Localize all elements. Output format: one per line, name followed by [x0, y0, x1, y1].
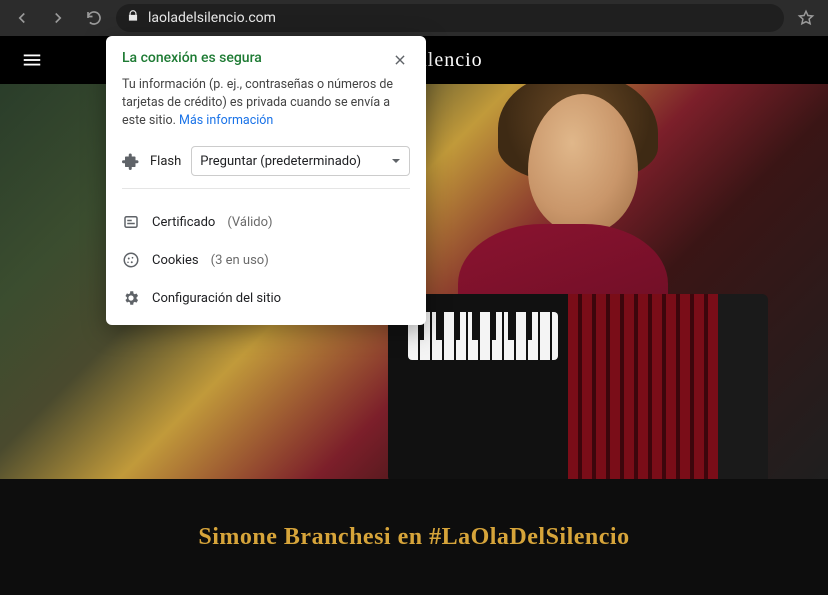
connection-description: Tu información (p. ej., contraseñas o nú…	[122, 76, 410, 130]
accordion-illustration	[388, 294, 768, 479]
bookmark-star-button[interactable]	[792, 4, 820, 32]
certificate-status: (Válido)	[227, 215, 272, 230]
cookies-status: (3 en uso)	[211, 253, 269, 268]
chevron-down-icon	[391, 156, 401, 166]
certificate-row[interactable]: Certificado (Válido)	[106, 203, 426, 241]
back-button[interactable]	[8, 4, 36, 32]
flash-select-value: Preguntar (predeterminado)	[200, 154, 361, 169]
certificate-icon	[122, 213, 140, 231]
gear-icon	[122, 289, 140, 307]
more-info-link[interactable]: Más información	[179, 113, 273, 128]
site-info-popover: La conexión es segura Tu información (p.…	[106, 36, 426, 325]
section-title: Simone Branchesi en #LaOlaDelSilencio	[198, 524, 629, 551]
forward-button[interactable]	[44, 4, 72, 32]
reload-button[interactable]	[80, 4, 108, 32]
divider	[122, 188, 410, 189]
flash-permission-select[interactable]: Preguntar (predeterminado)	[191, 146, 410, 176]
menu-button[interactable]	[16, 44, 48, 76]
certificate-label: Certificado	[152, 215, 215, 230]
cookies-row[interactable]: Cookies (3 en uso)	[106, 241, 426, 279]
site-settings-label: Configuración del sitio	[152, 291, 281, 306]
connection-secure-title: La conexión es segura	[122, 50, 262, 66]
flash-permission-row: Flash Preguntar (predeterminado)	[122, 146, 410, 176]
close-button[interactable]	[390, 50, 410, 70]
flash-label: Flash	[150, 154, 181, 169]
cookie-icon	[122, 251, 140, 269]
site-settings-row[interactable]: Configuración del sitio	[106, 279, 426, 317]
lock-icon	[126, 9, 140, 27]
extension-icon	[122, 152, 140, 170]
musician-figure	[368, 84, 788, 479]
cookies-label: Cookies	[152, 253, 199, 268]
url-text: laoladelsilencio.com	[148, 10, 276, 26]
address-bar[interactable]: laoladelsilencio.com	[116, 4, 784, 32]
section-title-wrap: Simone Branchesi en #LaOlaDelSilencio	[0, 479, 828, 595]
browser-toolbar: laoladelsilencio.com	[0, 0, 828, 36]
